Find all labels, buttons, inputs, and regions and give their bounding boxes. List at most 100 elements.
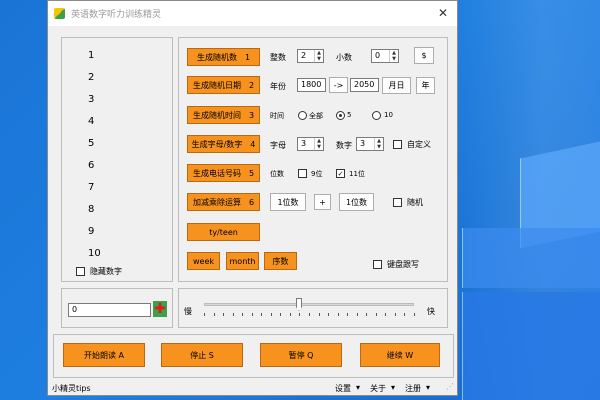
random-checkbox[interactable] xyxy=(393,198,402,207)
phone-11-label: 11位 xyxy=(349,170,365,178)
spin-down-icon[interactable]: ▼ xyxy=(390,56,398,62)
custom-checkbox[interactable] xyxy=(393,140,402,149)
phone-number-button[interactable]: 生成电话号码 5 xyxy=(187,164,260,182)
slider-tick xyxy=(280,313,281,316)
phone-11-checkbox[interactable]: ✓ xyxy=(336,169,345,178)
slider-tick xyxy=(214,313,215,316)
slider-tick xyxy=(309,313,310,316)
random-time-button[interactable]: 生成随机时间 3 xyxy=(187,106,260,124)
year-to-input[interactable]: 2050 xyxy=(350,78,379,92)
decimal-label: 小数 xyxy=(336,53,352,62)
about-menu[interactable]: 关于 xyxy=(370,383,386,394)
spin-down-icon[interactable]: ▼ xyxy=(315,144,323,150)
list-item: 1 xyxy=(88,50,95,61)
settings-menu[interactable]: 设置 xyxy=(335,383,351,394)
chevron-down-icon: ▾ xyxy=(391,383,396,392)
slider-tick xyxy=(252,313,253,316)
slider-tick xyxy=(328,313,329,316)
operator-button[interactable]: + xyxy=(314,194,331,210)
letters-spinner[interactable]: 3 ▲ ▼ xyxy=(297,137,324,151)
speed-panel: 慢 快 xyxy=(178,288,448,328)
phone-9-checkbox[interactable] xyxy=(298,169,307,178)
hide-numbers-checkbox[interactable] xyxy=(76,267,85,276)
year-label: 年份 xyxy=(270,82,286,91)
shortcut-key: 3 xyxy=(248,110,255,120)
number-list-panel: 1 2 3 4 5 6 7 8 9 10 隐藏数字 xyxy=(61,37,173,282)
close-button[interactable]: ✕ xyxy=(435,5,451,21)
random-label: 随机 xyxy=(407,198,423,207)
start-reading-button[interactable]: 开始朗读 A xyxy=(63,343,145,367)
random-date-button[interactable]: 生成随机日期 2 xyxy=(187,76,260,94)
slider-tick xyxy=(376,313,377,316)
keyboard-follow-checkbox[interactable] xyxy=(373,260,382,269)
time-10-radio[interactable] xyxy=(372,111,381,120)
chevron-down-icon: ▾ xyxy=(356,383,361,392)
shortcut-key: 1 xyxy=(244,52,251,62)
slider-tick xyxy=(233,313,234,316)
slider-tick xyxy=(357,313,358,316)
speed-slider-track[interactable] xyxy=(204,303,414,306)
slider-tick xyxy=(366,313,367,316)
right-operand-button[interactable]: 1位数 xyxy=(339,193,374,211)
slider-tick xyxy=(385,313,386,316)
list-item: 5 xyxy=(88,138,95,149)
time-5-radio[interactable] xyxy=(336,111,345,120)
resume-button[interactable]: 继续 W xyxy=(360,343,440,367)
integer-label: 整数 xyxy=(270,53,286,62)
integer-spinner[interactable]: 2 ▲ ▼ xyxy=(297,49,324,63)
app-icon xyxy=(54,8,65,19)
add-icon[interactable]: ✚ xyxy=(153,301,167,317)
digits-label: 数字 xyxy=(336,141,352,150)
answer-input[interactable]: 0 xyxy=(68,303,151,317)
spin-down-icon[interactable]: ▼ xyxy=(315,56,323,62)
shortcut-key: 6 xyxy=(248,197,255,207)
letters-digits-button[interactable]: 生成字母/数字 4 xyxy=(187,135,260,153)
random-number-button[interactable]: 生成随机数 1 xyxy=(187,48,260,66)
pause-button[interactable]: 暂停 Q xyxy=(260,343,342,367)
year-button[interactable]: 年 xyxy=(416,77,435,94)
hide-numbers-label: 隐藏数字 xyxy=(90,267,122,276)
spinner-value: 3 xyxy=(360,139,366,148)
spinner-value: 0 xyxy=(375,51,381,60)
list-item: 7 xyxy=(88,182,95,193)
speed-slider-thumb[interactable] xyxy=(296,298,302,311)
list-item: 3 xyxy=(88,94,95,105)
decimal-spinner[interactable]: 0 ▲ ▼ xyxy=(371,49,399,63)
button-label: 生成随机日期 xyxy=(192,80,241,90)
list-item: 2 xyxy=(88,72,95,83)
button-label: 加减乘除运算 xyxy=(192,197,241,207)
register-menu[interactable]: 注册 xyxy=(405,383,421,394)
resize-grip-icon[interactable]: ⋰ xyxy=(446,382,454,391)
stop-button[interactable]: 停止 S xyxy=(161,343,243,367)
list-item: 4 xyxy=(88,116,95,127)
shortcut-key: 2 xyxy=(248,80,255,90)
week-button[interactable]: week xyxy=(187,252,220,270)
title-bar[interactable]: 英语数字听力训练精灵 ✕ xyxy=(48,1,457,26)
slider-tick xyxy=(223,313,224,316)
digits-spinner[interactable]: 3 ▲ ▼ xyxy=(356,137,384,151)
year-from-input[interactable]: 1800 xyxy=(297,78,326,92)
list-item: 6 xyxy=(88,160,95,171)
month-day-button[interactable]: 月日 xyxy=(382,77,411,94)
dollar-button[interactable]: $ xyxy=(414,47,434,64)
ordinal-button[interactable]: 序数 xyxy=(264,252,297,270)
spinner-value: 2 xyxy=(301,51,307,60)
button-label: 生成电话号码 xyxy=(192,168,241,178)
slider-tick xyxy=(290,313,291,316)
app-window: 英语数字听力训练精灵 ✕ 1 2 3 4 5 6 7 8 9 10 隐藏数字 生… xyxy=(47,0,458,396)
tyteen-button[interactable]: ty/teen xyxy=(187,223,260,241)
time-10-label: 10 xyxy=(384,111,393,119)
list-item: 10 xyxy=(88,248,101,259)
slider-tick xyxy=(319,313,320,316)
slider-tick xyxy=(347,313,348,316)
spin-down-icon[interactable]: ▼ xyxy=(375,144,383,150)
year-range-button[interactable]: -> xyxy=(329,77,348,93)
time-all-radio[interactable] xyxy=(298,111,307,120)
time-label: 时间 xyxy=(270,112,284,120)
spinner-value: 3 xyxy=(301,139,307,148)
arithmetic-button[interactable]: 加减乘除运算 6 xyxy=(187,193,260,211)
shortcut-key: 5 xyxy=(248,168,255,178)
month-button[interactable]: month xyxy=(226,252,259,270)
left-operand-button[interactable]: 1位数 xyxy=(270,193,306,211)
list-item: 9 xyxy=(88,226,95,237)
